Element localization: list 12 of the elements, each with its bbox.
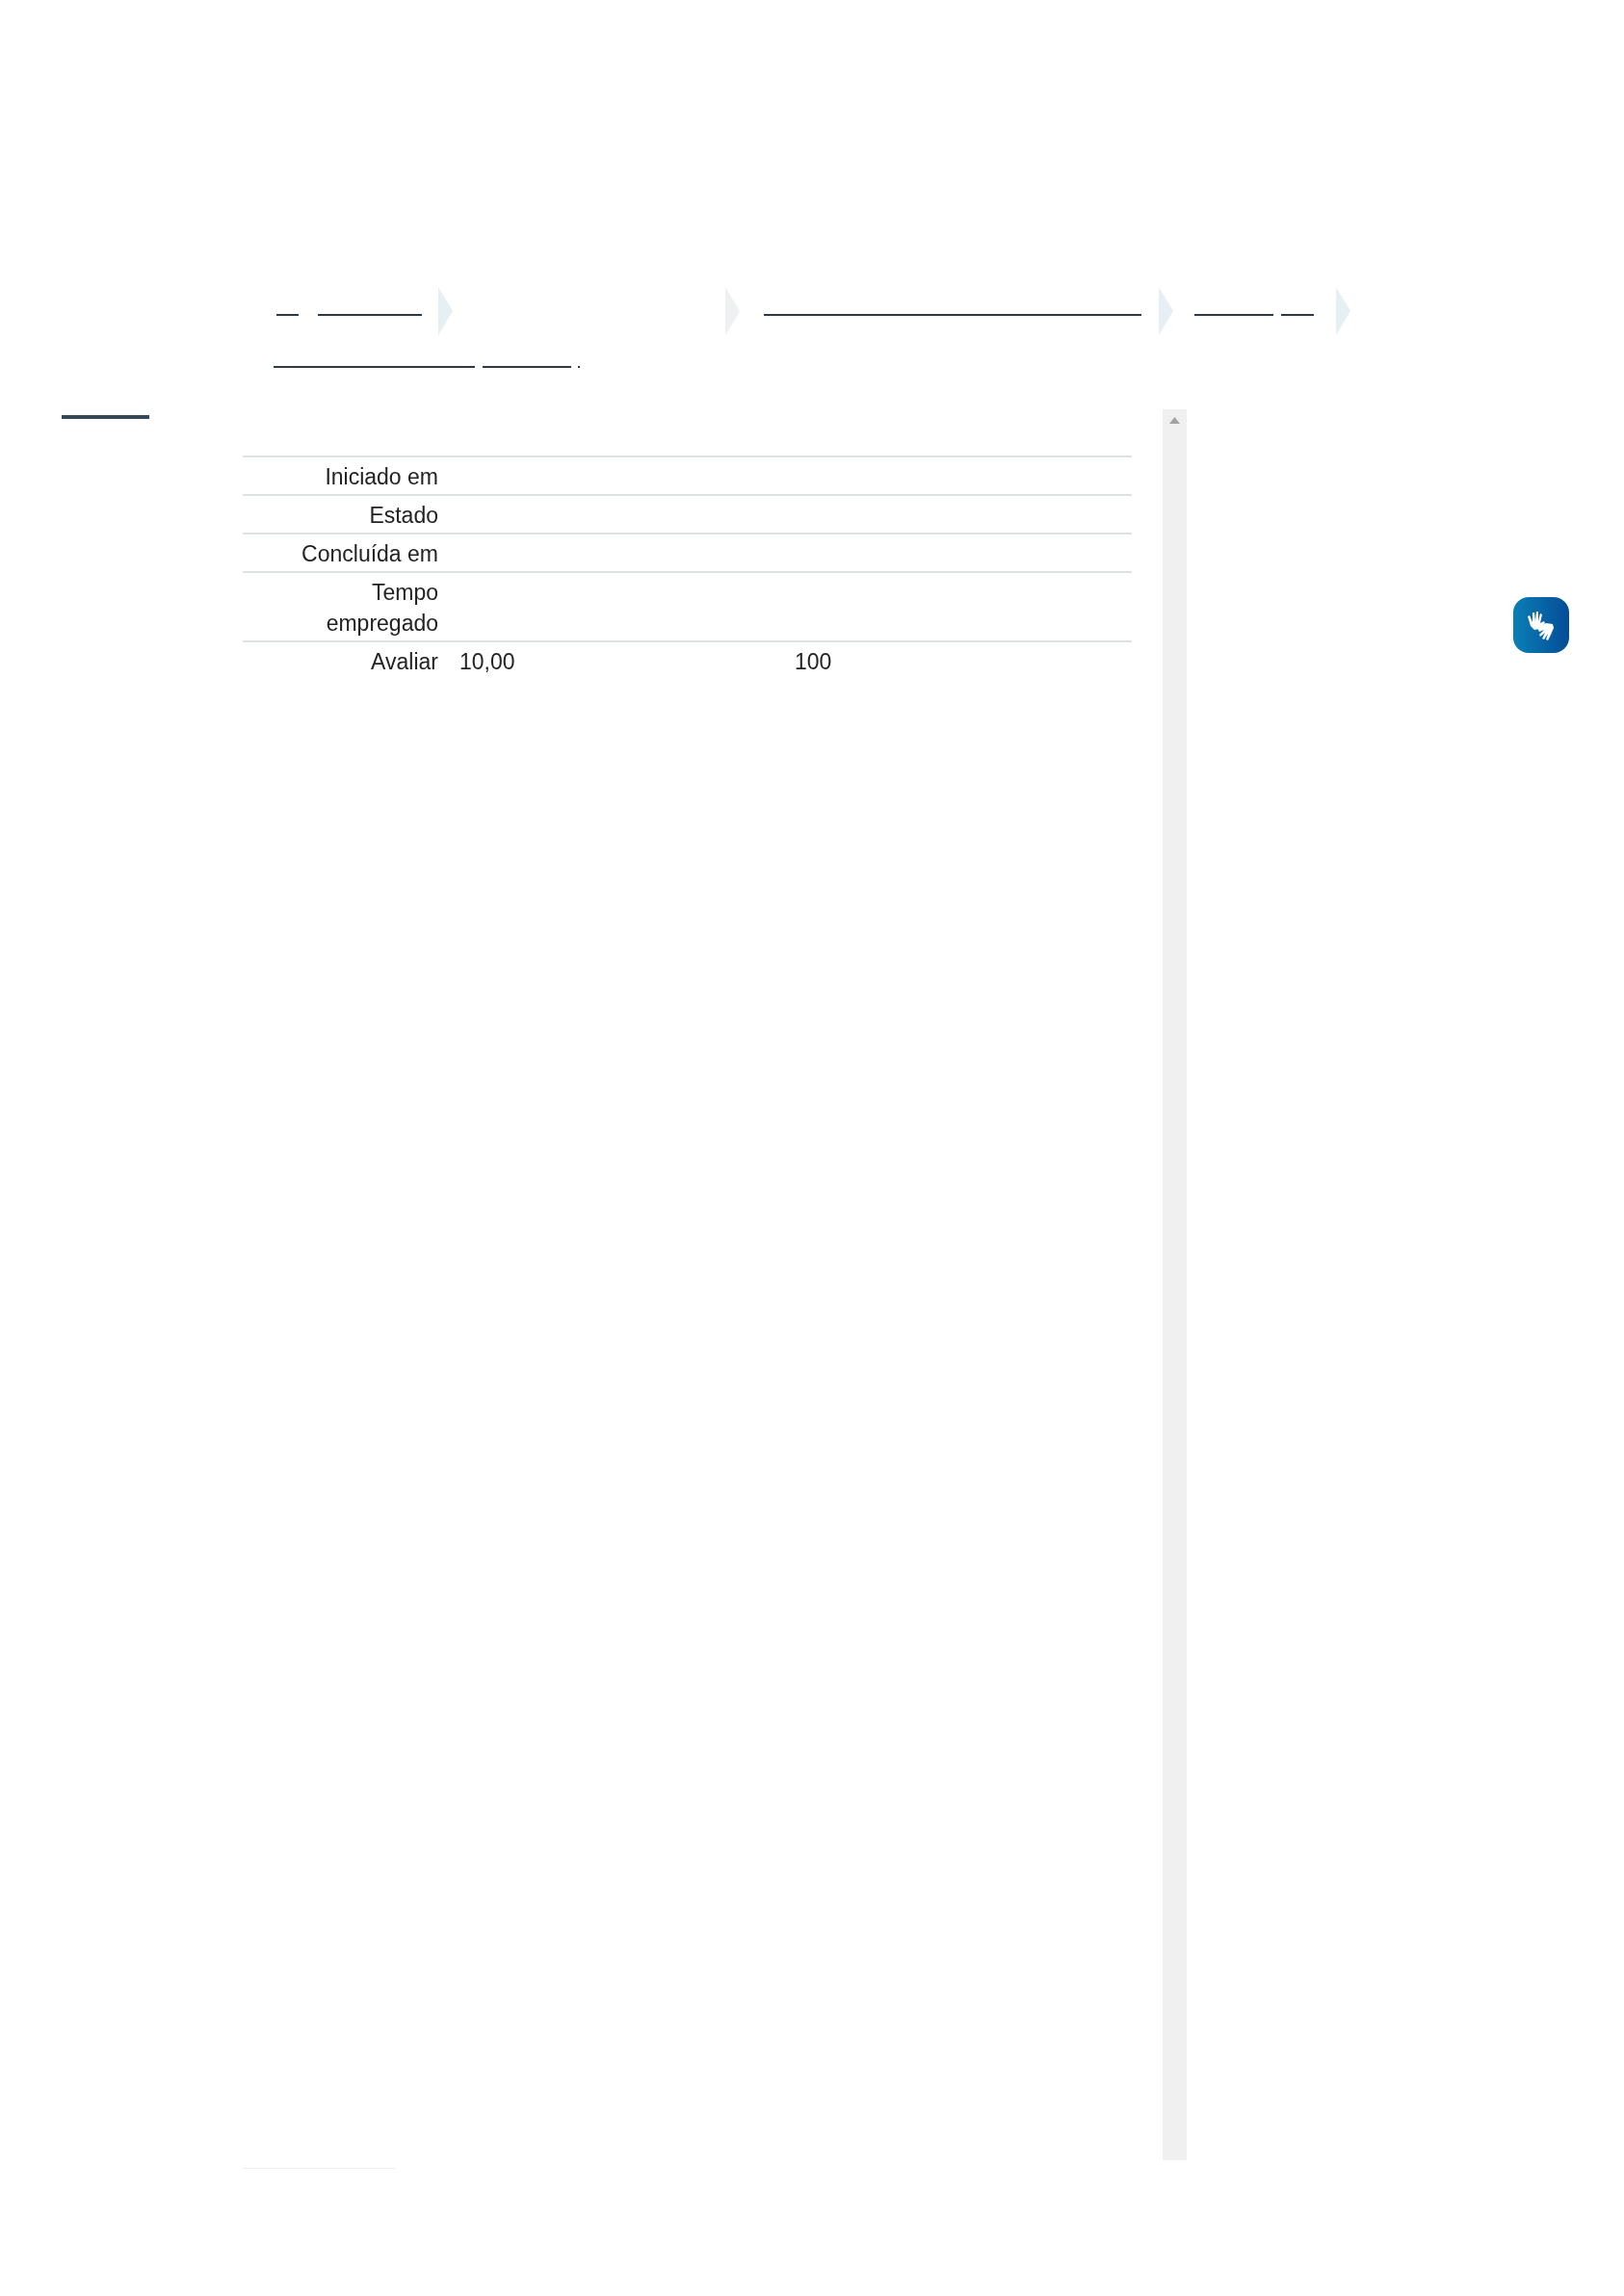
- sign-language-button[interactable]: [1513, 597, 1569, 653]
- row-value: 10,00: [459, 649, 515, 674]
- row-value: 100: [795, 649, 832, 674]
- row-label: Tempo empregado: [325, 579, 439, 638]
- row-label: Avaliar: [370, 648, 439, 676]
- chevron-icon: [1336, 287, 1350, 335]
- row-label: Estado: [368, 502, 439, 530]
- row-label: Iniciado em: [324, 463, 439, 491]
- row-label: Concluída em: [301, 540, 439, 568]
- chevron-icon: [1159, 287, 1173, 335]
- chevron-icon: [438, 287, 453, 335]
- scroll-up-icon[interactable]: [1169, 417, 1180, 424]
